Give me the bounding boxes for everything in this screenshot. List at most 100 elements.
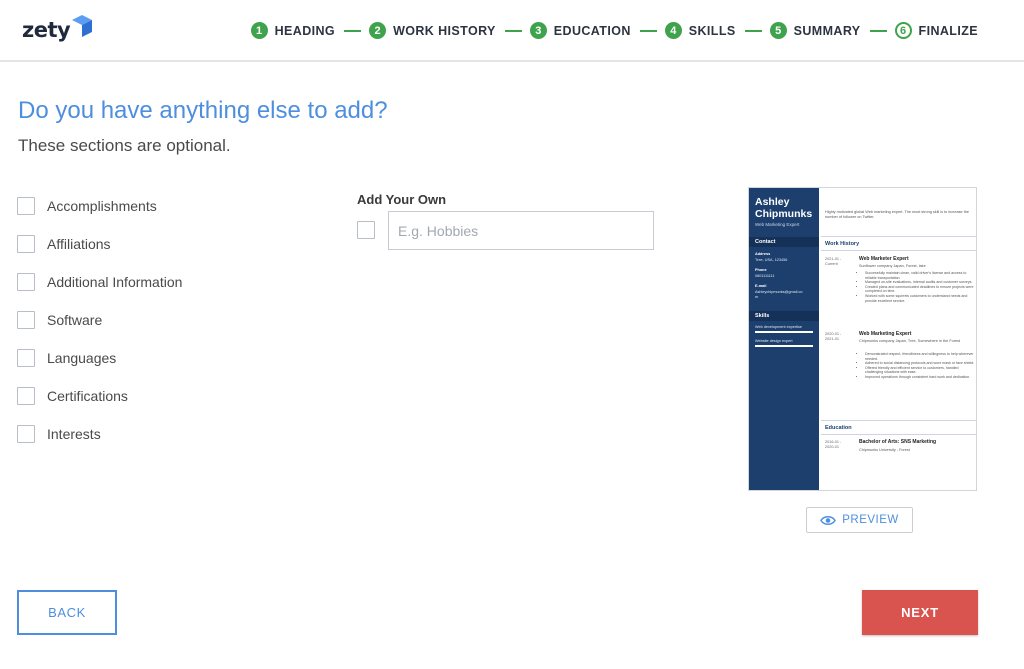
page-title: Do you have anything else to add? (18, 97, 388, 124)
resume-bullet: Created plans and communicated deadlines… (865, 285, 975, 294)
step-label: HEADING (274, 23, 336, 38)
step-label: FINALIZE (918, 23, 978, 38)
step-separator (639, 29, 657, 32)
resume-job1-title: Web Marketer Expert (859, 256, 909, 262)
resume-bullet: Worked with some squirrels customers to … (865, 294, 975, 303)
checkbox[interactable] (17, 197, 35, 215)
step-finalize[interactable]: 6 FINALIZE (894, 22, 978, 39)
resume-job2-title: Web Marketing Expert (859, 331, 912, 337)
step-work-history[interactable]: 2 WORK HISTORY (369, 22, 496, 39)
resume-phone-label: Phone (755, 268, 767, 272)
resume-bullet: Demonstrated respect, friendliness and w… (865, 352, 975, 361)
resume-divider (821, 434, 976, 435)
checkbox[interactable] (17, 311, 35, 329)
next-button[interactable]: NEXT (862, 590, 978, 635)
resume-contact-heading: Contact (755, 239, 776, 245)
logo-text: zety (22, 18, 71, 42)
resume-job1-company: Sunflower company Japan, Forest, lake (859, 264, 926, 268)
checkbox[interactable] (17, 387, 35, 405)
step-separator (744, 29, 762, 32)
resume-phone-value: 0801111111 (755, 274, 775, 278)
step-label: EDUCATION (553, 23, 631, 38)
resume-job2-bullets: Demonstrated respect, friendliness and w… (859, 352, 975, 380)
section-label: Certifications (47, 388, 128, 404)
resume-contact-band: Contact (749, 237, 819, 247)
zety-logo[interactable]: zety (22, 14, 93, 46)
step-label: SKILLS (688, 23, 736, 38)
back-button[interactable]: BACK (17, 590, 117, 635)
resume-edu-school: Chipmunks University - Forest (859, 448, 910, 452)
resume-edu-date: 2016-01 - 2020-01 (825, 440, 841, 450)
resume-summary: Highly motivated global Web marketing ex… (825, 210, 969, 219)
section-label: Accomplishments (47, 198, 157, 214)
resume-address-value: Tree, USA, 123456 (755, 258, 788, 262)
section-option-accomplishments[interactable]: Accomplishments (17, 187, 182, 225)
section-label: Software (47, 312, 103, 328)
resume-skill-2: Website design expert (755, 339, 793, 343)
step-summary[interactable]: 5 SUMMARY (769, 22, 861, 39)
custom-section-checkbox[interactable] (357, 221, 375, 239)
resume-bullet: Offered friendly and efficient service t… (865, 366, 975, 375)
resume-edu-date-end: 2020-01 (825, 445, 839, 449)
checkbox[interactable] (17, 273, 35, 291)
step-number: 3 (529, 22, 547, 39)
section-label: Languages (47, 350, 117, 366)
resume-job1-date-end: Current (825, 262, 838, 266)
top-header: zety 1 HEADING 2 WORK HISTORY 3 EDUCATIO… (0, 0, 1024, 62)
resume-job2-company: Chipmunks company Japan, Tree, Somewhere… (859, 339, 961, 343)
section-label: Additional Information (47, 274, 183, 290)
resume-email-label: E-mail (755, 284, 767, 288)
step-number: 5 (769, 22, 787, 39)
step-separator (504, 29, 522, 32)
resume-skill-1: Web development expertise (755, 325, 802, 329)
resume-sidebar: Ashley Chipmunks Web Marketing Expert Co… (749, 188, 819, 490)
resume-job-title: Web Marketing Expert (755, 222, 800, 227)
custom-section-input[interactable] (388, 211, 654, 250)
step-separator (344, 29, 362, 32)
cube-logo-icon (72, 15, 93, 37)
resume-address-label: Address (755, 252, 771, 256)
preview-button[interactable]: PREVIEW (806, 507, 913, 533)
resume-job1-date: 2021-01 - Current (825, 257, 841, 267)
resume-email-value: Ashleychipmunks@gmail.co (755, 290, 803, 294)
checkbox[interactable] (17, 425, 35, 443)
resume-name: Ashley Chipmunks (755, 196, 812, 220)
step-number: 1 (250, 22, 268, 39)
step-number-current: 6 (894, 22, 912, 39)
resume-preview-thumbnail[interactable]: Ashley Chipmunks Web Marketing Expert Co… (748, 187, 977, 491)
checkbox[interactable] (17, 235, 35, 253)
section-option-certifications[interactable]: Certifications (17, 377, 182, 415)
step-label: SUMMARY (793, 23, 861, 38)
page-subtitle: These sections are optional. (18, 136, 231, 155)
resume-first-name: Ashley (755, 196, 790, 208)
step-label: WORK HISTORY (393, 23, 496, 38)
step-number: 4 (664, 22, 682, 39)
resume-skill-1-bar (755, 331, 813, 333)
resume-skills-heading: Skills (755, 313, 770, 319)
preview-label: PREVIEW (842, 514, 899, 526)
section-option-interests[interactable]: Interests (17, 415, 182, 453)
resume-last-name: Chipmunks (755, 208, 813, 220)
section-option-additional-information[interactable]: Additional Information (17, 263, 182, 301)
section-option-software[interactable]: Software (17, 301, 182, 339)
resume-divider (821, 250, 976, 251)
step-education[interactable]: 3 EDUCATION (529, 22, 631, 39)
resume-job2-date-end: 2021-01 (825, 337, 839, 341)
step-separator (869, 29, 887, 32)
step-heading[interactable]: 1 HEADING (250, 22, 336, 39)
resume-divider (821, 236, 976, 237)
step-skills[interactable]: 4 SKILLS (664, 22, 736, 39)
progress-steps: 1 HEADING 2 WORK HISTORY 3 EDUCATION 4 S… (250, 22, 978, 39)
resume-edu-degree: Bachelor of Arts: SNS Marketing (859, 439, 937, 445)
resume-divider (821, 420, 976, 421)
section-option-languages[interactable]: Languages (17, 339, 182, 377)
section-option-affiliations[interactable]: Affiliations (17, 225, 182, 263)
resume-main: Highly motivated global Web marketing ex… (819, 188, 976, 490)
section-label: Interests (47, 426, 101, 442)
resume-skill-2-bar (755, 345, 813, 347)
resume-work-heading: Work History (825, 241, 860, 247)
resume-job1-bullets: Successfully maintain clean, valid drive… (859, 271, 975, 303)
eye-icon (820, 515, 837, 525)
checkbox[interactable] (17, 349, 35, 367)
resume-email-value-cont: m (755, 295, 759, 299)
